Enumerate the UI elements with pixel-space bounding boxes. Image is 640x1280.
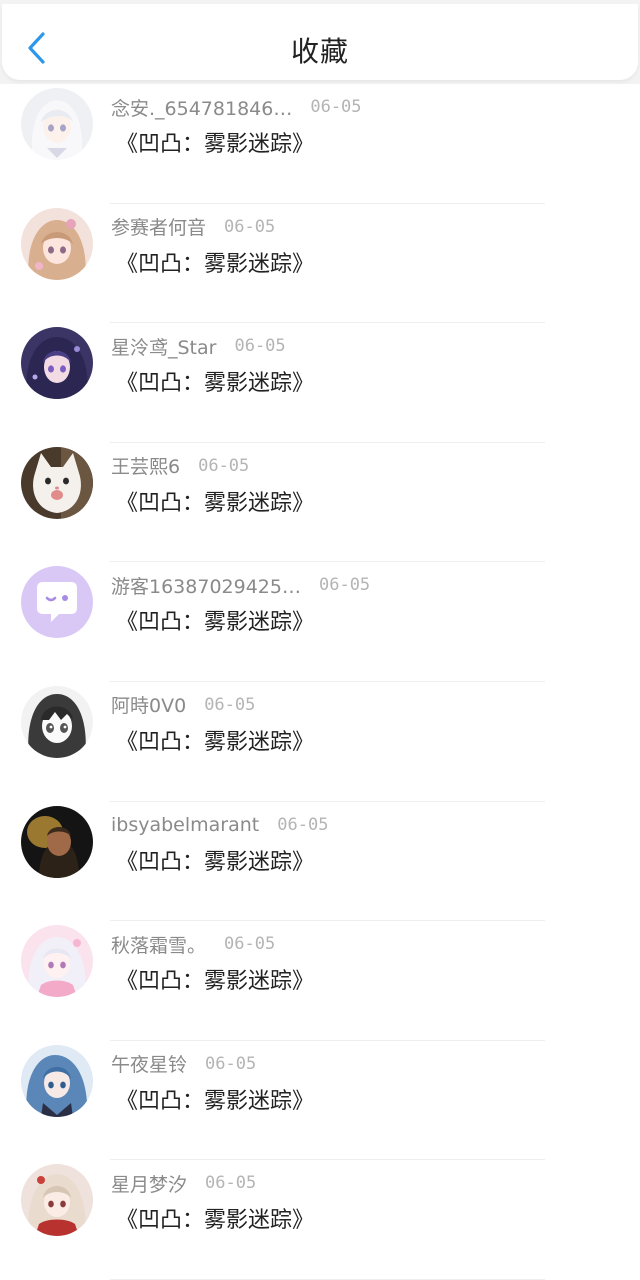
- date: 06-05: [224, 216, 276, 237]
- blue-hair-anime-avatar: [21, 1044, 93, 1117]
- user-name[interactable]: 星月梦汐: [111, 1170, 187, 1197]
- work-title[interactable]: 《凹凸：雾影迷踪》: [116, 844, 314, 876]
- item-meta: 星月梦汐 06-05: [111, 1170, 256, 1196]
- item-meta: 游客16387029425… 06-05: [111, 572, 370, 598]
- date: 06-05: [234, 336, 286, 357]
- dark-portrait-avatar: [21, 805, 93, 878]
- item-meta: 念安._654781846… 06-05: [111, 94, 362, 120]
- list-item[interactable]: 午夜星铃 06-05 《凹凸：雾影迷踪》: [0, 1041, 640, 1161]
- pink-anime-girl-avatar: [21, 925, 93, 998]
- manga-sketch-avatar: [21, 685, 93, 758]
- user-name[interactable]: 参赛者何音: [111, 213, 206, 240]
- list-item[interactable]: 星泠鸢_Star 06-05 《凹凸：雾影迷踪》: [0, 323, 640, 443]
- default-chat-bubble-avatar: [21, 566, 93, 639]
- avatar[interactable]: [21, 327, 93, 400]
- avatar[interactable]: [21, 446, 93, 519]
- list-item[interactable]: 游客16387029425… 06-05 《凹凸：雾影迷踪》: [0, 562, 640, 682]
- user-name[interactable]: 星泠鸢_Star: [111, 333, 216, 360]
- avatar[interactable]: [21, 685, 93, 758]
- avatar[interactable]: [21, 207, 93, 280]
- list-item[interactable]: ibsyabelmarant 06-05 《凹凸：雾影迷踪》: [0, 802, 640, 922]
- anime-girl-blonde-avatar: [21, 207, 93, 280]
- work-title[interactable]: 《凹凸：雾影迷踪》: [116, 1083, 314, 1115]
- user-name[interactable]: 秋落霜雪。: [111, 931, 206, 958]
- avatar[interactable]: [21, 88, 93, 160]
- favorites-list: 念安._654781846… 06-05 《凹凸：雾影迷踪》 参赛者何音 06-…: [0, 84, 640, 1280]
- date: 06-05: [205, 1173, 257, 1194]
- red-anime-girl-avatar: [21, 1164, 93, 1237]
- date: 06-05: [310, 97, 362, 117]
- work-title[interactable]: 《凹凸：雾影迷踪》: [116, 724, 314, 756]
- item-meta: 参赛者何音 06-05: [111, 214, 275, 240]
- item-meta: 阿時0V0 06-05: [111, 692, 255, 718]
- list-item[interactable]: 星月梦汐 06-05 《凹凸：雾影迷踪》: [0, 1160, 640, 1280]
- date: 06-05: [205, 1053, 257, 1074]
- work-title[interactable]: 《凹凸：雾影迷踪》: [116, 485, 314, 517]
- list-item[interactable]: 念安._654781846… 06-05 《凹凸：雾影迷踪》: [0, 84, 640, 204]
- list-item[interactable]: 参赛者何音 06-05 《凹凸：雾影迷踪》: [0, 204, 640, 324]
- date: 06-05: [198, 455, 250, 476]
- item-meta: 星泠鸢_Star 06-05: [111, 333, 286, 359]
- white-cat-avatar: [21, 446, 93, 519]
- work-title[interactable]: 《凹凸：雾影迷踪》: [116, 246, 314, 278]
- user-name[interactable]: 阿時0V0: [111, 691, 186, 718]
- avatar[interactable]: [21, 1164, 93, 1237]
- anime-girl-white-hair-avatar: [21, 88, 93, 160]
- item-meta: 午夜星铃 06-05: [111, 1051, 256, 1077]
- work-title[interactable]: 《凹凸：雾影迷踪》: [116, 126, 314, 158]
- user-name[interactable]: ibsyabelmarant: [111, 814, 259, 836]
- list-item[interactable]: 阿時0V0 06-05 《凹凸：雾影迷踪》: [0, 682, 640, 802]
- date: 06-05: [318, 575, 371, 596]
- anime-girl-purple-hair-avatar: [21, 327, 93, 400]
- user-name[interactable]: 王芸熙6: [111, 452, 180, 479]
- user-name[interactable]: 午夜星铃: [111, 1050, 187, 1077]
- date: 06-05: [277, 814, 329, 835]
- avatar[interactable]: [21, 566, 93, 639]
- item-meta: 秋落霜雪。 06-05: [111, 931, 275, 957]
- work-title[interactable]: 《凹凸：雾影迷踪》: [116, 365, 314, 397]
- list-item[interactable]: 秋落霜雪。 06-05 《凹凸：雾影迷踪》: [0, 921, 640, 1041]
- page-title: 收藏: [290, 35, 349, 68]
- avatar[interactable]: [21, 805, 93, 878]
- list-item[interactable]: 王芸熙6 06-05 《凹凸：雾影迷踪》: [0, 443, 640, 563]
- header-card: 收藏: [2, 4, 638, 80]
- header-bar: 收藏: [0, 0, 640, 84]
- work-title[interactable]: 《凹凸：雾影迷踪》: [116, 963, 314, 995]
- user-name[interactable]: 游客16387029425…: [111, 572, 301, 599]
- date: 06-05: [204, 694, 256, 715]
- avatar[interactable]: [21, 925, 93, 998]
- avatar[interactable]: [21, 1044, 93, 1117]
- item-meta: ibsyabelmarant 06-05: [111, 812, 328, 838]
- user-name[interactable]: 念安._654781846…: [111, 94, 292, 121]
- work-title[interactable]: 《凹凸：雾影迷踪》: [116, 1202, 314, 1234]
- work-title[interactable]: 《凹凸：雾影迷踪》: [116, 604, 314, 636]
- item-meta: 王芸熙6 06-05: [111, 453, 249, 479]
- date: 06-05: [224, 934, 276, 955]
